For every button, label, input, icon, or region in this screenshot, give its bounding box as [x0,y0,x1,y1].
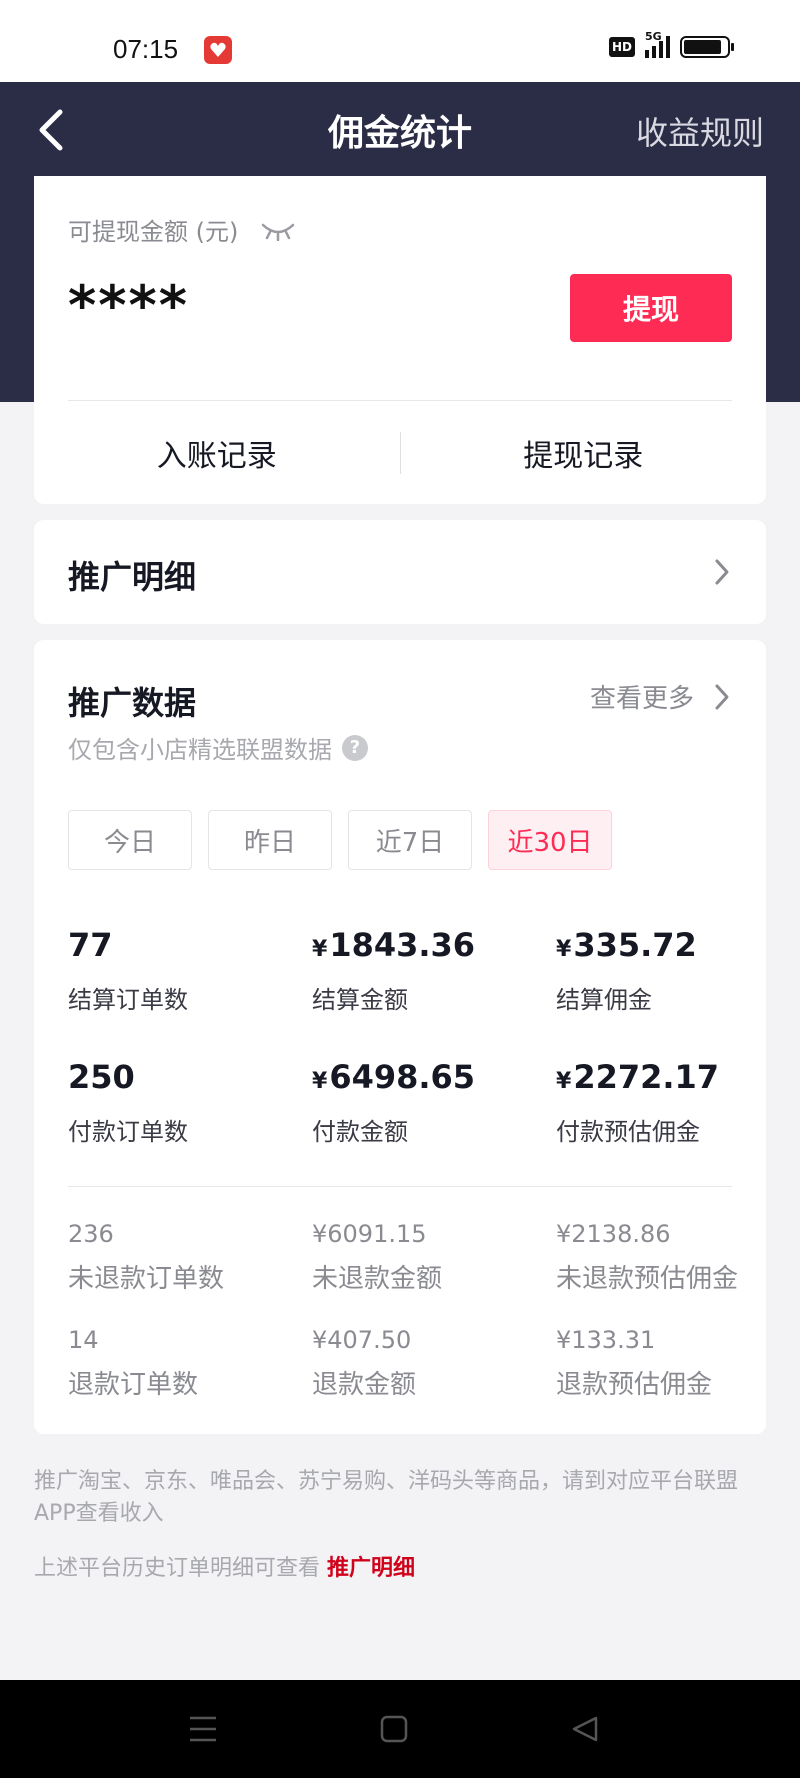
stat-settled-amount: ¥1843.36 结算金额 [312,926,556,1058]
stat-unrefunded-amount: ¥6091.15 未退款金额 [312,1220,556,1326]
sub-stats-row: 236 未退款订单数 ¥6091.15 未退款金额 ¥2138.86 未退款预估… [68,1220,768,1326]
stat-number: 1843.36 [329,926,476,964]
stat-label: 未退款预估佣金 [556,1264,739,1294]
stat-refund-commission: ¥133.31 退款预估佣金 [556,1326,768,1432]
currency-symbol: ¥ [312,937,328,962]
stat-value: ¥6498.65 [312,1058,556,1096]
status-icons: HD 5G [608,30,734,58]
stat-value: ¥2138.86 [556,1220,671,1248]
stats-grid: 77 结算订单数 ¥1843.36 结算金额 ¥335.72 结算佣金 250 … [68,926,748,1190]
stat-label: 结算金额 [312,986,408,1014]
status-bar: 07:15 HD 5G [0,0,800,82]
stat-label: 结算订单数 [68,986,188,1014]
hd-badge: HD [608,37,635,57]
stat-label: 付款金额 [312,1118,408,1146]
stat-label: 未退款金额 [312,1264,443,1294]
promo-data-title: 推广数据 [68,684,197,722]
stat-value: ¥6091.15 [312,1220,427,1248]
balance-label: 可提现金额 (元) [68,212,296,247]
footer-note-2: 上述平台历史订单明细可查看 推广明细 [34,1550,415,1582]
currency-symbol: ¥ [312,1069,328,1094]
tab-today[interactable]: 今日 [68,810,192,870]
network-type: 5G [645,30,662,43]
stats-row: 77 结算订单数 ¥1843.36 结算金额 ¥335.72 结算佣金 [68,926,748,1058]
stat-value: ¥335.72 [556,926,748,964]
promo-data-subtitle: 仅包含小店精选联盟数据 ? [68,730,368,765]
stat-unrefunded-orders: 236 未退款订单数 [68,1220,312,1326]
status-time: 07:15 [113,34,179,64]
stat-label: 退款预估佣金 [556,1370,713,1400]
withdraw-records-link[interactable]: 提现记录 [401,431,767,475]
stat-paid-amount: ¥6498.65 付款金额 [312,1058,556,1190]
balance-label-text: 可提现金额 (元) [68,218,239,246]
stat-value: 14 [68,1326,99,1354]
stat-label: 付款预估佣金 [556,1118,700,1146]
stat-settled-commission: ¥335.72 结算佣金 [556,926,748,1058]
currency-symbol: ¥ [556,937,572,962]
divider [68,1186,732,1187]
records-row: 入账记录 提现记录 [34,402,766,504]
stat-paid-estimated-commission: ¥2272.17 付款预估佣金 [556,1058,748,1190]
stat-value: 77 [68,926,113,964]
view-more-link[interactable]: 查看更多 [590,678,730,715]
withdraw-button[interactable]: 提现 [570,274,732,342]
stat-label: 付款订单数 [68,1118,188,1146]
stat-label: 未退款订单数 [68,1264,225,1294]
signal-icon: 5G [645,30,670,58]
chevron-right-icon [715,684,729,709]
battery-icon [680,36,734,58]
stat-settled-orders: 77 结算订单数 [68,926,312,1058]
eye-closed-icon[interactable] [260,219,296,241]
stat-number: 6498.65 [329,1058,476,1096]
stat-value: ¥2272.17 [556,1058,748,1096]
stat-label: 退款订单数 [68,1370,199,1400]
chevron-right-icon [715,559,729,585]
back-triangle-icon[interactable] [570,1714,600,1744]
balance-amount: **** [68,274,189,337]
stat-paid-orders: 250 付款订单数 [68,1058,312,1190]
footer-note-text: 上述平台历史订单明细可查看 [34,1556,321,1581]
stat-refund-orders: 14 退款订单数 [68,1326,312,1432]
stat-label: 退款金额 [312,1370,417,1400]
promo-detail-title: 推广明细 [68,558,197,596]
subtitle-text: 仅包含小店精选联盟数据 [68,736,332,764]
app-notification-icon [204,36,232,64]
stats-row: 250 付款订单数 ¥6498.65 付款金额 ¥2272.17 付款预估佣金 [68,1058,748,1190]
system-nav-bar [0,1680,800,1778]
tab-last-30-days[interactable]: 近30日 [488,810,612,870]
stat-label: 结算佣金 [556,986,652,1014]
stat-number: 335.72 [573,926,697,964]
sub-stats-row: 14 退款订单数 ¥407.50 退款金额 ¥133.31 退款预估佣金 [68,1326,768,1432]
stat-number: 2272.17 [573,1058,720,1096]
tab-last-7-days[interactable]: 近7日 [348,810,472,870]
period-tabs: 今日 昨日 近7日 近30日 [68,810,612,870]
promo-detail-row[interactable]: 推广明细 [34,520,766,624]
balance-card: 可提现金额 (元) **** 提现 入账记录 提现记录 [34,176,766,504]
sub-stats-grid: 236 未退款订单数 ¥6091.15 未退款金额 ¥2138.86 未退款预估… [68,1220,768,1432]
view-more-text: 查看更多 [589,684,694,714]
income-records-link[interactable]: 入账记录 [34,431,400,475]
earnings-rules-link[interactable]: 收益规则 [636,108,764,154]
tab-yesterday[interactable]: 昨日 [208,810,332,870]
stat-refund-amount: ¥407.50 退款金额 [312,1326,556,1432]
divider [68,400,732,401]
stat-value: ¥1843.36 [312,926,556,964]
stat-value: 250 [68,1058,135,1096]
stat-value: ¥133.31 [556,1326,656,1354]
stat-unrefunded-commission: ¥2138.86 未退款预估佣金 [556,1220,768,1326]
stat-value: 236 [68,1220,114,1248]
stat-value: ¥407.50 [312,1326,412,1354]
footer-note: 推广淘宝、京东、唯品会、苏宁易购、洋码头等商品，请到对应平台联盟APP查看收入 [34,1469,739,1526]
currency-symbol: ¥ [556,1069,572,1094]
help-icon[interactable]: ? [342,734,368,761]
home-icon[interactable] [379,1714,409,1744]
promo-detail-link[interactable]: 推广明细 [327,1556,415,1581]
promo-data-card: 推广数据 查看更多 仅包含小店精选联盟数据 ? 今日 昨日 近7日 近30日 7… [34,640,766,1434]
menu-icon[interactable] [188,1714,218,1744]
